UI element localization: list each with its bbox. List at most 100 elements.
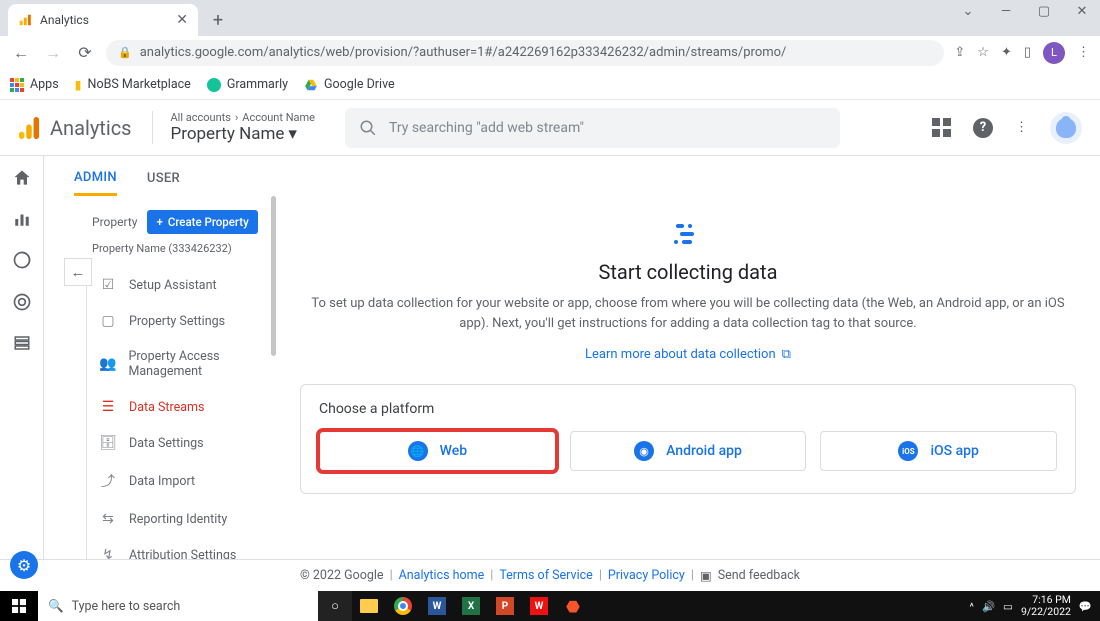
star-icon[interactable]: ☆ bbox=[977, 45, 989, 60]
platform-web-button[interactable]: 🌐 Web bbox=[319, 431, 556, 471]
platform-ios-button[interactable]: iOS iOS app bbox=[820, 431, 1057, 471]
minimize-icon[interactable]: — bbox=[994, 4, 1018, 19]
menu-label: Data Import bbox=[129, 474, 195, 489]
collapse-column-button[interactable]: ← bbox=[64, 258, 92, 286]
new-tab-button[interactable]: + bbox=[204, 6, 232, 34]
send-feedback-link[interactable]: Send feedback bbox=[718, 568, 800, 583]
account-avatar[interactable] bbox=[1050, 112, 1082, 144]
footer-link-tos[interactable]: Terms of Service bbox=[499, 568, 592, 583]
platform-android-button[interactable]: ◉ Android app bbox=[570, 431, 807, 471]
footer-link-home[interactable]: Analytics home bbox=[399, 568, 485, 583]
kebab-icon[interactable]: ⋮ bbox=[1015, 120, 1028, 135]
breadcrumb: All accounts›Account Name bbox=[171, 111, 316, 124]
drive-icon bbox=[304, 78, 318, 92]
menu-attribution-settings[interactable]: ↯ Attribution Settings bbox=[87, 537, 268, 559]
menu-data-import[interactable]: ⤴Data Import bbox=[87, 461, 268, 501]
configure-icon[interactable] bbox=[13, 334, 31, 352]
task-brave[interactable]: ⬣ bbox=[556, 591, 590, 621]
tray-clock[interactable]: 7:16 PM 9/22/2022 bbox=[1021, 594, 1071, 617]
task-powerpoint[interactable]: P bbox=[488, 591, 522, 621]
close-tab-icon[interactable]: ✕ bbox=[176, 12, 188, 28]
grammarly-icon bbox=[207, 78, 221, 92]
admin-gear-fab[interactable]: ⚙ bbox=[10, 551, 38, 579]
external-link-icon: ⧉ bbox=[782, 347, 791, 362]
tray-volume-icon[interactable]: 🔊 bbox=[982, 600, 995, 613]
people-icon: 👥 bbox=[99, 356, 116, 372]
streams-hero-icon bbox=[674, 222, 702, 246]
caret-down-icon: ▾ bbox=[288, 124, 297, 144]
property-subtitle: Property Name (333426232) bbox=[92, 242, 268, 255]
web-icon: 🌐 bbox=[408, 441, 428, 461]
profile-avatar[interactable]: L bbox=[1043, 42, 1065, 64]
explore-icon[interactable] bbox=[12, 250, 32, 270]
apps-shortcut[interactable]: Apps bbox=[10, 77, 59, 92]
forward-icon: → bbox=[42, 43, 64, 63]
property-menu: ☑Setup Assistant ▢Property Settings 👥Pro… bbox=[86, 267, 268, 559]
learn-more-link[interactable]: Learn more about data collection⧉ bbox=[585, 347, 791, 362]
task-word[interactable]: W bbox=[420, 591, 454, 621]
task-excel[interactable]: X bbox=[454, 591, 488, 621]
menu-label: Data Streams bbox=[129, 400, 204, 415]
bookmark-grammarly[interactable]: Grammarly bbox=[207, 77, 288, 92]
tray-up-icon[interactable]: ^ bbox=[970, 600, 974, 613]
url-input[interactable]: 🔒 analytics.google.com/analytics/web/pro… bbox=[106, 40, 944, 66]
bookmark-nobs[interactable]: ▮NoBS Marketplace bbox=[75, 77, 191, 93]
bookmark-drive[interactable]: Google Drive bbox=[304, 77, 395, 92]
start-button[interactable] bbox=[0, 591, 38, 621]
property-selector[interactable]: All accounts›Account Name Property Name▾ bbox=[152, 111, 316, 144]
platform-label: iOS app bbox=[930, 443, 978, 459]
lock-icon: 🔒 bbox=[118, 46, 132, 59]
search-bar[interactable]: Try searching "add web stream" bbox=[345, 108, 840, 148]
menu-label: Property Settings bbox=[129, 314, 225, 329]
bookmarks-bar: Apps ▮NoBS Marketplace Grammarly Google … bbox=[0, 70, 1100, 100]
search-placeholder: Try searching "add web stream" bbox=[389, 120, 584, 136]
page-title: Start collecting data bbox=[308, 260, 1068, 284]
share-icon[interactable]: ⇪ bbox=[954, 45, 965, 60]
task-chrome[interactable] bbox=[386, 591, 420, 621]
task-cortana[interactable]: ○ bbox=[318, 591, 352, 621]
taskbar-search[interactable]: 🔍 Type here to search bbox=[38, 591, 318, 621]
scrollbar[interactable] bbox=[271, 196, 276, 356]
panel-icon[interactable]: ▯ bbox=[1024, 45, 1031, 60]
reload-icon[interactable]: ⟳ bbox=[74, 43, 96, 62]
tab-user[interactable]: USER bbox=[147, 171, 180, 196]
ios-icon: iOS bbox=[898, 441, 918, 461]
url-text: analytics.google.com/analytics/web/provi… bbox=[140, 45, 787, 60]
tray-notifications-icon[interactable]: 💬 bbox=[1079, 600, 1092, 613]
create-property-button[interactable]: +Create Property bbox=[147, 210, 257, 234]
tab-admin[interactable]: ADMIN bbox=[74, 170, 117, 196]
platform-card: Choose a platform 🌐 Web ◉ Android app iO… bbox=[300, 384, 1076, 494]
help-icon[interactable]: ? bbox=[973, 118, 993, 138]
task-explorer[interactable] bbox=[352, 591, 386, 621]
menu-data-streams[interactable]: ☰Data Streams bbox=[87, 389, 268, 425]
diagnostics-icon[interactable] bbox=[932, 118, 951, 137]
menu-setup-assistant[interactable]: ☑Setup Assistant bbox=[87, 267, 268, 303]
analytics-favicon bbox=[18, 13, 32, 27]
chevron-down-icon[interactable]: ⌄ bbox=[956, 4, 980, 19]
menu-label: Attribution Settings bbox=[129, 548, 236, 560]
menu-data-settings[interactable]: 🗄Data Settings bbox=[87, 425, 268, 461]
tray-date: 9/22/2022 bbox=[1021, 606, 1071, 618]
analytics-header: Analytics All accounts›Account Name Prop… bbox=[0, 100, 1100, 156]
kebab-icon[interactable]: ⋮ bbox=[1077, 45, 1090, 60]
browser-tab[interactable]: Analytics ✕ bbox=[8, 4, 198, 36]
menu-property-settings[interactable]: ▢Property Settings bbox=[87, 303, 268, 339]
attribution-icon: ↯ bbox=[99, 547, 117, 559]
search-icon: 🔍 bbox=[48, 599, 64, 614]
close-window-icon[interactable]: ✕ bbox=[1070, 4, 1094, 19]
task-app-w[interactable]: W bbox=[522, 591, 556, 621]
product-name: Analytics bbox=[50, 116, 132, 140]
tray-battery-icon[interactable]: ▭ bbox=[1003, 600, 1013, 613]
maximize-icon[interactable]: ▢ bbox=[1032, 4, 1056, 19]
menu-access-management[interactable]: 👥Property Access Management bbox=[87, 339, 268, 389]
advertising-icon[interactable] bbox=[12, 292, 32, 312]
platform-label: Web bbox=[440, 443, 467, 459]
back-icon[interactable]: ← bbox=[10, 43, 32, 63]
reports-icon[interactable] bbox=[13, 210, 31, 228]
footer-link-privacy[interactable]: Privacy Policy bbox=[608, 568, 685, 583]
home-icon[interactable] bbox=[12, 168, 32, 188]
android-icon: ◉ bbox=[634, 441, 654, 461]
analytics-logo[interactable]: Analytics bbox=[18, 116, 132, 140]
extensions-icon[interactable]: ✦ bbox=[1001, 45, 1012, 60]
menu-reporting-identity[interactable]: ⇆Reporting Identity bbox=[87, 501, 268, 537]
